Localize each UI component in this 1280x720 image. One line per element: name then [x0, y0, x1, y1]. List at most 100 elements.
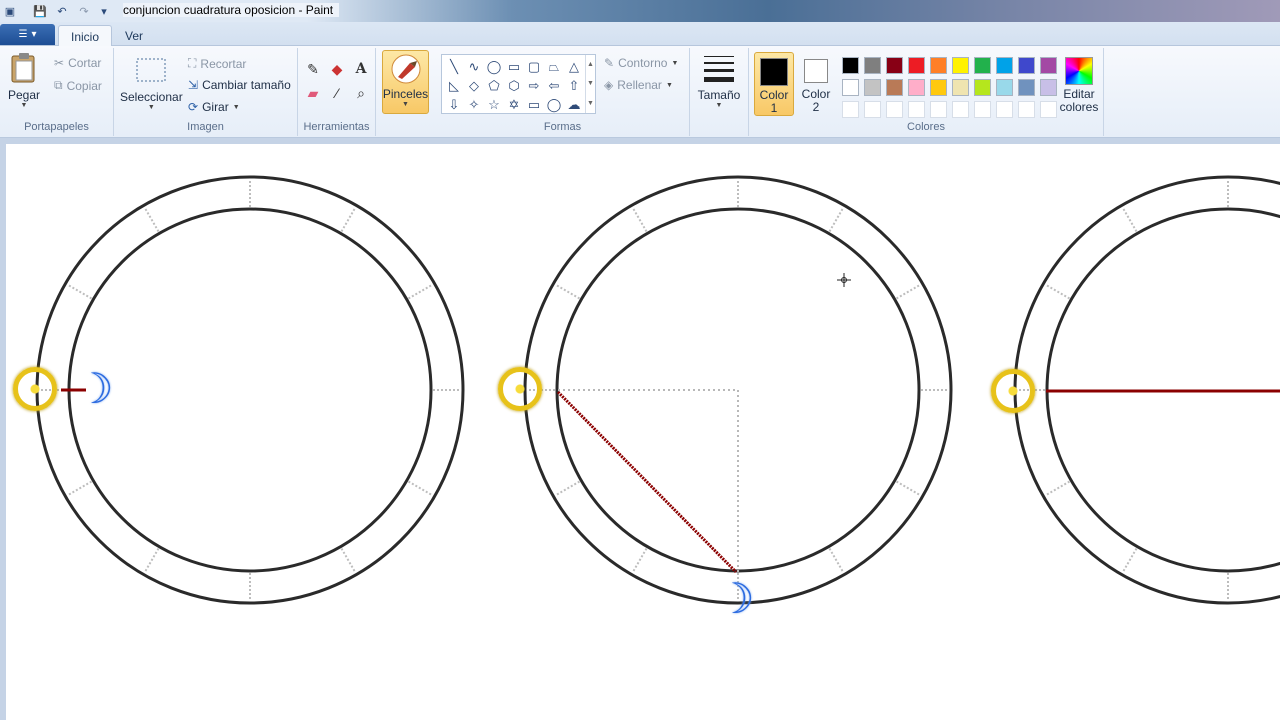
palette-color-swatch[interactable] [1015, 54, 1037, 76]
palette-color-swatch[interactable] [861, 98, 883, 120]
five-point-star-shape-icon[interactable]: ☆ [484, 95, 504, 114]
palette-color-swatch[interactable] [949, 76, 971, 98]
rect-callout-shape-icon[interactable]: ▭ [524, 95, 544, 114]
drawing-canvas[interactable]: ☽ ☽ [6, 144, 1280, 720]
palette-color-swatch[interactable] [1015, 98, 1037, 120]
hexagon-shape-icon[interactable]: ⬡ [504, 76, 524, 95]
rounded-rectangle-shape-icon[interactable]: ▢ [524, 57, 544, 76]
rectangle-shape-icon[interactable]: ▭ [504, 57, 524, 76]
palette-color-swatch[interactable] [861, 54, 883, 76]
palette-color-swatch[interactable] [905, 98, 927, 120]
crop-icon: ⛶ [188, 56, 197, 70]
outline-button[interactable]: ✎ Contorno ▼ [604, 56, 678, 70]
house-tick [1121, 547, 1138, 574]
fill-bucket-icon[interactable]: ◆ [326, 58, 348, 80]
curve-shape-icon[interactable]: ∿ [464, 57, 484, 76]
palette-color-swatch[interactable] [927, 76, 949, 98]
inner-ring [67, 207, 433, 573]
house-tick [1044, 480, 1071, 497]
palette-color-swatch[interactable] [1015, 76, 1037, 98]
line-shape-icon[interactable]: ╲ [444, 57, 464, 76]
palette-color-swatch[interactable] [927, 98, 949, 120]
paste-button[interactable]: Pegar ▼ [8, 52, 40, 109]
rotate-button[interactable]: ⟳ Girar ▼ [188, 100, 240, 114]
chevron-down-icon: ▼ [715, 102, 723, 109]
palette-color-swatch[interactable] [905, 54, 927, 76]
four-point-star-shape-icon[interactable]: ✧ [464, 95, 484, 114]
copy-label: Copiar [66, 78, 102, 93]
palette-color-swatch[interactable] [971, 54, 993, 76]
palette-color-swatch[interactable] [861, 76, 883, 98]
copy-icon: ⧉ [54, 78, 63, 92]
save-icon[interactable]: 💾 [32, 3, 48, 19]
palette-color-swatch[interactable] [883, 54, 905, 76]
canvas-drawing [35, 175, 1280, 605]
palette-color-swatch[interactable] [993, 54, 1015, 76]
color2-button[interactable]: Color 2 [796, 52, 836, 116]
cloud-callout-shape-icon[interactable]: ☁ [564, 95, 584, 114]
redo-icon[interactable]: ↷ [76, 3, 92, 19]
brush-icon [390, 53, 422, 85]
customize-caret-icon[interactable]: ▾ [96, 3, 112, 19]
palette-color-swatch[interactable] [839, 54, 861, 76]
sun-symbol-icon [13, 367, 57, 411]
paint-app-icon[interactable]: ▣ [2, 3, 18, 19]
select-button[interactable]: Seleccionar ▼ [120, 54, 183, 111]
outline-label: Contorno [618, 56, 668, 70]
six-point-star-shape-icon[interactable]: ✡ [504, 95, 524, 114]
brushes-button[interactable]: Pinceles ▼ [382, 50, 429, 114]
tab-inicio[interactable]: Inicio [58, 25, 113, 47]
chevron-down-icon: ▼ [20, 102, 28, 109]
palette-color-swatch[interactable] [1037, 76, 1059, 98]
polygon-shape-icon[interactable]: ⏢ [544, 57, 564, 76]
resize-label: Cambiar tamaño [202, 78, 291, 92]
palette-color-swatch[interactable] [883, 76, 905, 98]
resize-button[interactable]: ⇲ Cambiar tamaño [188, 78, 291, 92]
paint-menu-button[interactable]: ☰ ▾ [0, 24, 55, 45]
palette-color-swatch[interactable] [949, 54, 971, 76]
scroll-down-icon[interactable]: ▼ [587, 80, 594, 87]
palette-color-swatch[interactable] [949, 98, 971, 120]
palette-color-swatch[interactable] [1037, 54, 1059, 76]
pencil-icon[interactable]: ✎ [302, 58, 324, 80]
eraser-icon[interactable]: ▰ [302, 82, 324, 104]
palette-color-swatch[interactable] [883, 98, 905, 120]
diamond-shape-icon[interactable]: ◇ [464, 76, 484, 95]
palette-color-swatch[interactable] [839, 98, 861, 120]
palette-color-swatch[interactable] [927, 54, 949, 76]
right-triangle-shape-icon[interactable]: ◺ [444, 76, 464, 95]
edit-colors-button[interactable]: Editar colores [1057, 52, 1101, 116]
magnifier-icon[interactable]: ⌕ [350, 82, 372, 104]
oval-callout-shape-icon[interactable]: ◯ [544, 95, 564, 114]
undo-icon[interactable]: ↶ [54, 3, 70, 19]
shapes-scrollbar[interactable]: ▲ ▼ ▼ [585, 55, 595, 113]
palette-color-swatch[interactable] [971, 76, 993, 98]
palette-color-swatch[interactable] [993, 98, 1015, 120]
color-picker-icon[interactable]: ⁄ [326, 82, 348, 104]
down-arrow-shape-icon[interactable]: ⇩ [444, 95, 464, 114]
pentagon-shape-icon[interactable]: ⬠ [484, 76, 504, 95]
fill-button[interactable]: ◈ Rellenar ▼ [604, 78, 673, 92]
tab-ver[interactable]: Ver [113, 25, 155, 47]
triangle-shape-icon[interactable]: △ [564, 57, 584, 76]
scroll-up-icon[interactable]: ▲ [587, 61, 594, 68]
shapes-group-label: Formas [543, 121, 582, 133]
palette-color-swatch[interactable] [971, 98, 993, 120]
palette-color-swatch[interactable] [905, 76, 927, 98]
palette-color-swatch[interactable] [993, 76, 1015, 98]
cut-button[interactable]: ✂ Cortar [54, 56, 101, 70]
palette-color-swatch[interactable] [839, 76, 861, 98]
expand-gallery-icon[interactable]: ▼ [587, 100, 594, 107]
oval-shape-icon[interactable]: ◯ [484, 57, 504, 76]
color1-button[interactable]: Color 1 [754, 52, 794, 116]
astro-wheel-opposition [1013, 175, 1280, 605]
palette-color-swatch[interactable] [1037, 98, 1059, 120]
size-button[interactable]: Tamaño ▼ [696, 52, 742, 109]
crop-button[interactable]: ⛶ Recortar [188, 56, 246, 71]
copy-button[interactable]: ⧉ Copiar [54, 78, 102, 93]
up-arrow-shape-icon[interactable]: ⇧ [564, 76, 584, 95]
left-arrow-shape-icon[interactable]: ⇦ [544, 76, 564, 95]
right-arrow-shape-icon[interactable]: ⇨ [524, 76, 544, 95]
house-tick [554, 480, 581, 497]
text-icon[interactable]: A [350, 58, 372, 80]
